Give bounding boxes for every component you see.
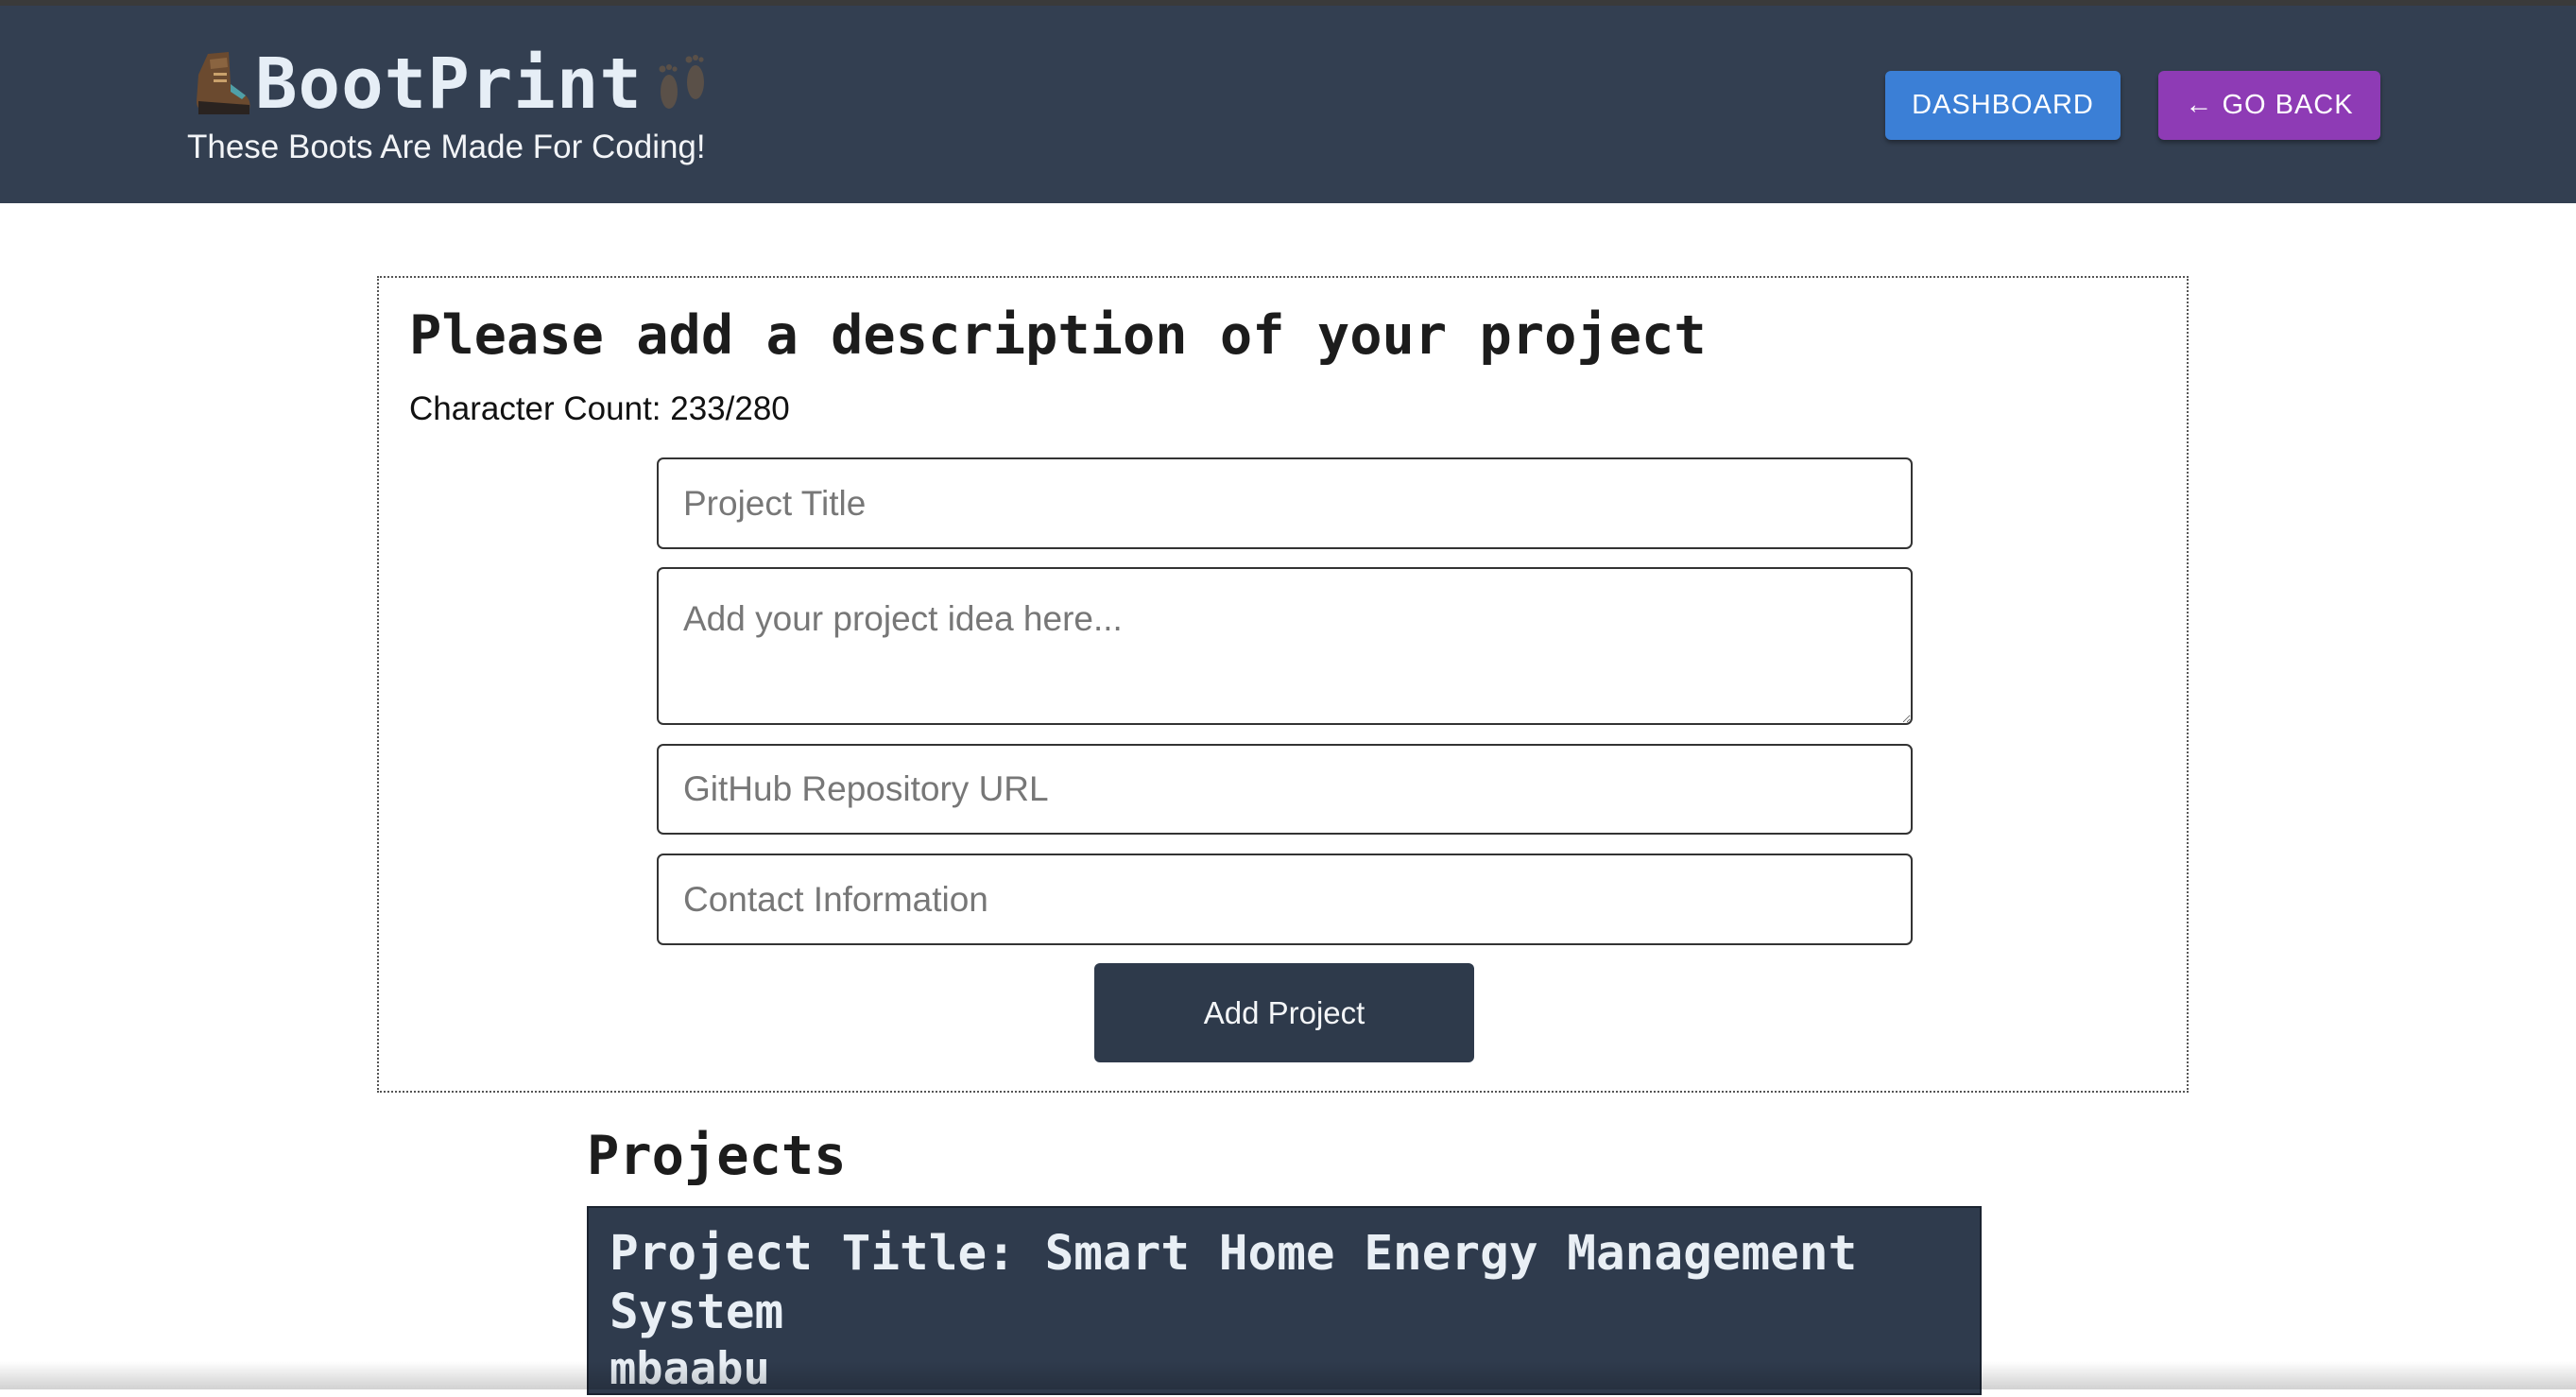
form-heading: Please add a description of your project	[409, 304, 1707, 367]
brand-title: BootPrint	[255, 43, 643, 125]
project-card: Project Title: Smart Home Energy Managem…	[587, 1206, 1982, 1395]
add-project-button[interactable]: Add Project	[1094, 963, 1474, 1062]
go-back-button[interactable]: ← GO BACK	[2158, 71, 2380, 140]
character-count: Character Count: 233/280	[409, 390, 790, 427]
tagline: These Boots Are Made For Coding!	[187, 129, 706, 165]
project-card-title: Project Title: Smart Home Energy Managem…	[610, 1226, 1858, 1340]
brand: BootPrint These Boots Are Made For Codin…	[187, 42, 718, 166]
footprints-icon	[659, 55, 704, 109]
project-title-input[interactable]	[657, 457, 1913, 549]
project-card-username: mbaabu	[610, 1343, 770, 1395]
dashboard-button[interactable]: DASHBOARD	[1885, 71, 2121, 140]
contact-info-input[interactable]	[657, 854, 1913, 945]
projects-heading: Projects	[587, 1125, 847, 1187]
hiking-boot-icon	[197, 52, 250, 114]
site-header: BootPrint These Boots Are Made For Codin…	[0, 6, 2576, 203]
project-description-textarea[interactable]	[657, 567, 1913, 725]
github-url-input[interactable]	[657, 744, 1913, 835]
